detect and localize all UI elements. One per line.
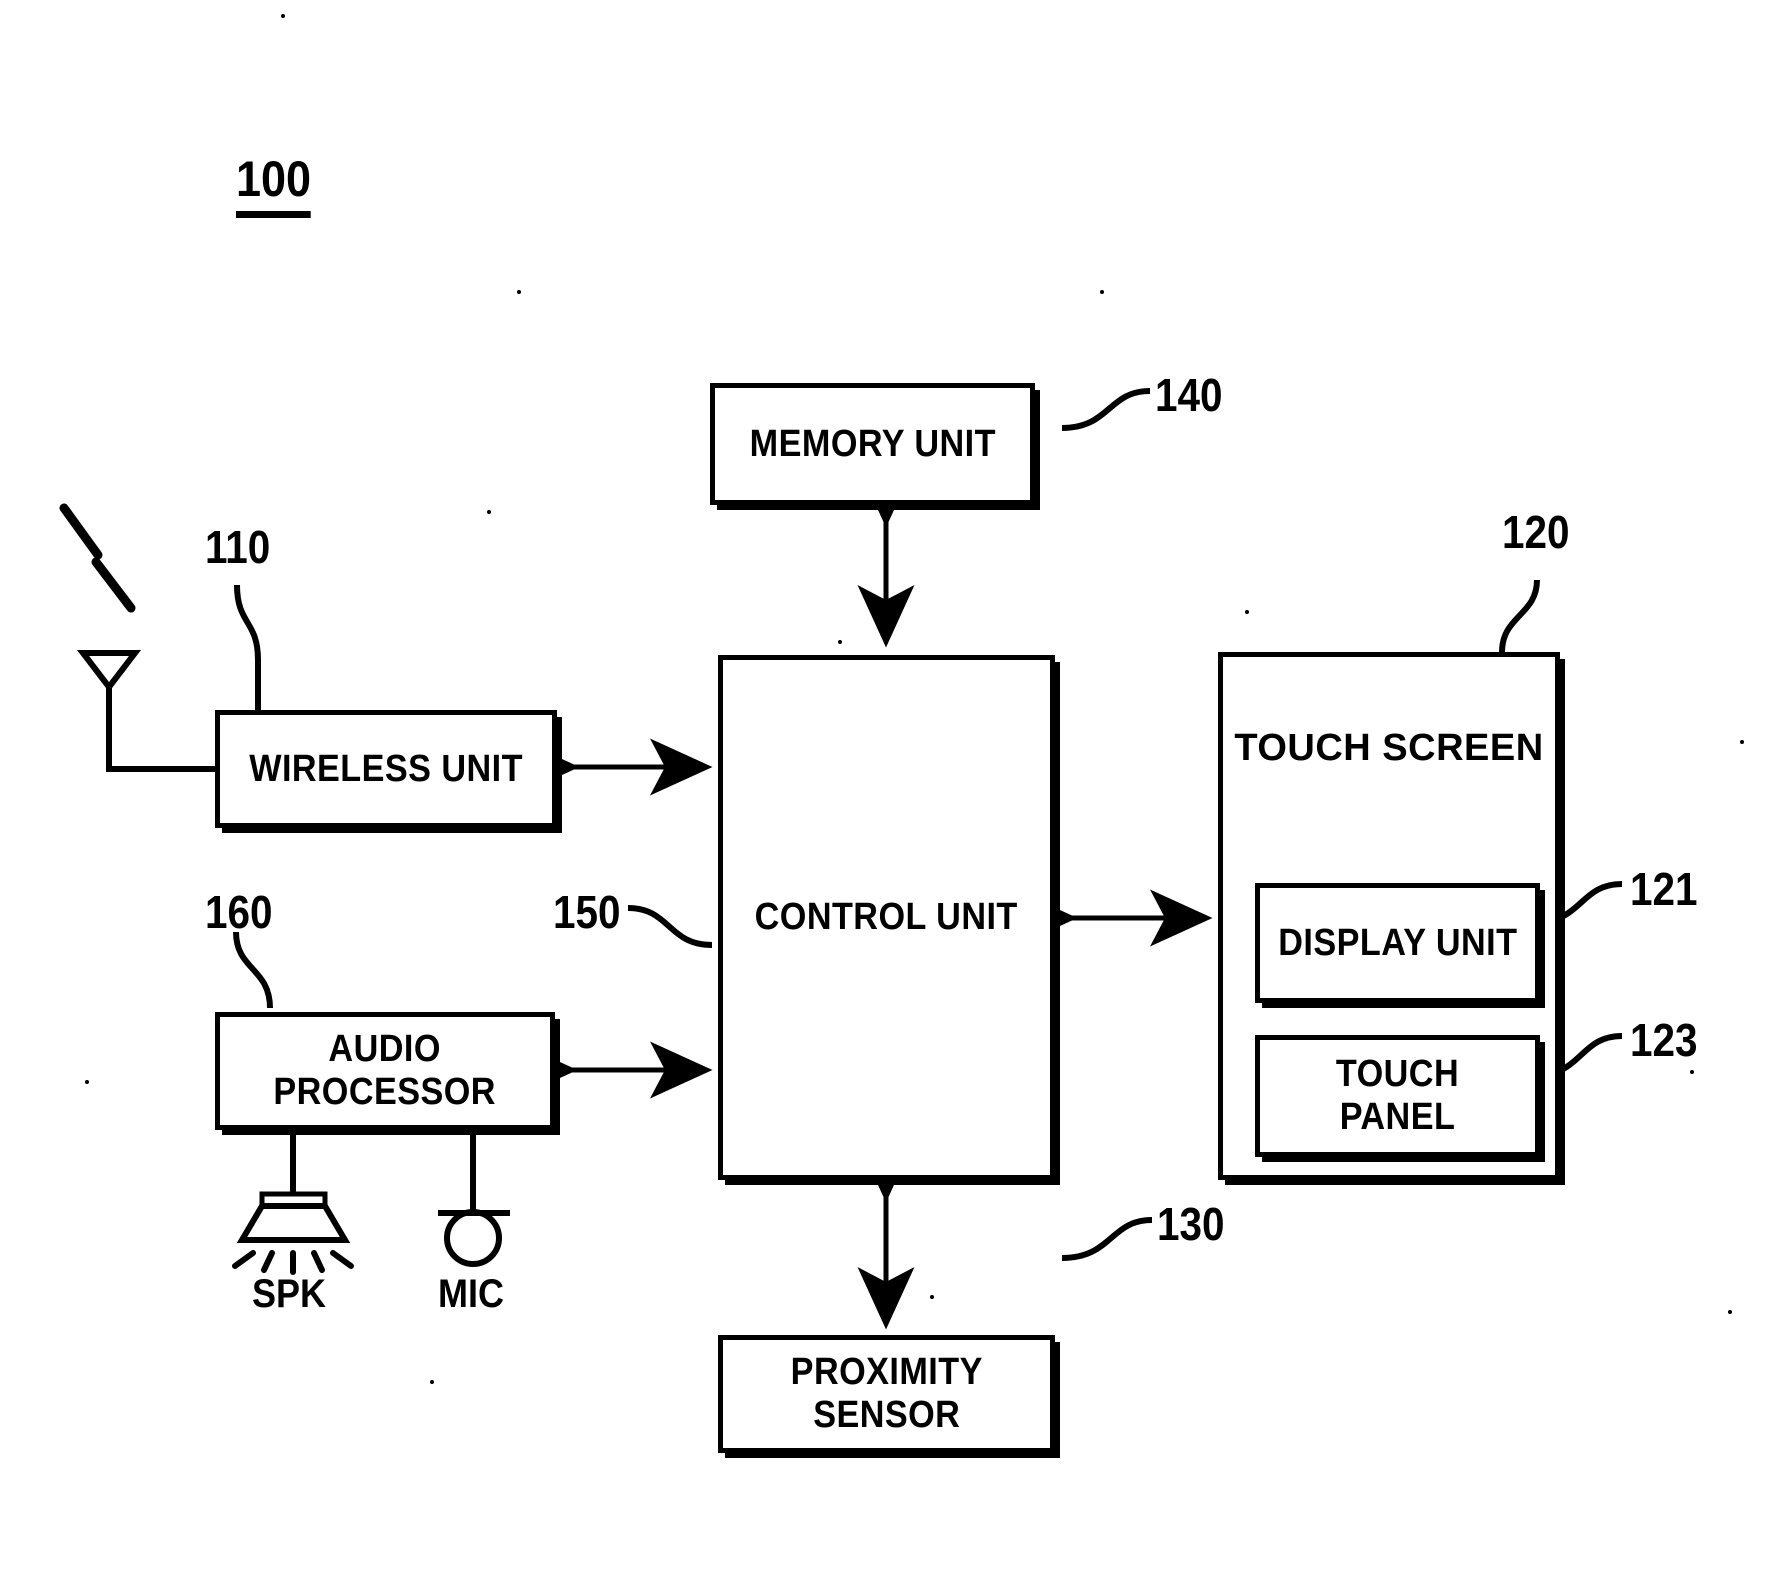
leader-line-110 (234, 584, 261, 710)
control-unit-block[interactable]: CONTROL UNIT (718, 655, 1055, 1180)
scan-speck (430, 1380, 434, 1384)
proximity-sensor-block[interactable]: PROXIMITY SENSOR (718, 1335, 1055, 1453)
ref-number-121: 121 (1630, 863, 1698, 915)
scan-speck (1690, 1070, 1694, 1074)
ref-number-123: 123 (1630, 1014, 1698, 1066)
display-unit-block[interactable]: DISPLAY UNIT (1255, 883, 1540, 1003)
scan-speck (1245, 610, 1249, 614)
scan-speck (517, 290, 521, 294)
leader-line-120 (1499, 579, 1540, 653)
proximity-sensor-label: PROXIMITY SENSOR (790, 1351, 983, 1436)
leader-line-150 (627, 905, 713, 948)
touch-panel-block[interactable]: TOUCH PANEL (1255, 1035, 1540, 1157)
touch-panel-label: TOUCH PANEL (1335, 1053, 1460, 1138)
ref-number-120: 120 (1502, 506, 1570, 558)
scan-speck (1740, 740, 1744, 744)
display-unit-label: DISPLAY UNIT (1277, 921, 1518, 964)
scan-speck (1100, 290, 1104, 294)
touch-screen-label: TOUCH SCREEN (1234, 727, 1544, 769)
control-unit-label: CONTROL UNIT (754, 896, 1019, 939)
speaker-icon (232, 1130, 354, 1275)
scan-speck (487, 510, 491, 514)
antenna-icon (59, 503, 215, 772)
memory-unit-block[interactable]: MEMORY UNIT (710, 383, 1035, 505)
leader-line-160 (233, 931, 273, 1009)
scan-speck (1728, 1310, 1732, 1314)
ref-number-150: 150 (553, 886, 621, 938)
speaker-label: SPK (252, 1272, 327, 1316)
memory-unit-label: MEMORY UNIT (749, 422, 996, 465)
scan-speck (838, 640, 842, 644)
ref-number-130: 130 (1157, 1198, 1225, 1250)
wireless-unit-label: WIRELESS UNIT (249, 747, 523, 790)
microphone-label: MIC (438, 1272, 504, 1316)
microphone-icon (438, 1130, 510, 1267)
ref-number-110: 110 (205, 521, 271, 573)
ref-number-140: 140 (1155, 369, 1223, 421)
ref-number-160: 160 (205, 886, 273, 938)
scan-speck (281, 14, 285, 18)
touch-screen-block[interactable]: TOUCH SCREEN DISPLAY UNIT TOUCH PANEL (1218, 652, 1560, 1180)
audio-processor-label: AUDIO PROCESSOR (273, 1028, 497, 1113)
leader-line-130 (1061, 1217, 1153, 1261)
scan-speck (930, 1295, 934, 1299)
wireless-unit-block[interactable]: WIRELESS UNIT (215, 710, 557, 828)
leader-line-140 (1061, 388, 1151, 431)
scan-speck (85, 1080, 89, 1084)
patent-figure-canvas: 100 MEMORY UNIT CONTROL UNIT WIRELESS UN… (0, 0, 1767, 1578)
audio-processor-block[interactable]: AUDIO PROCESSOR (215, 1012, 555, 1130)
